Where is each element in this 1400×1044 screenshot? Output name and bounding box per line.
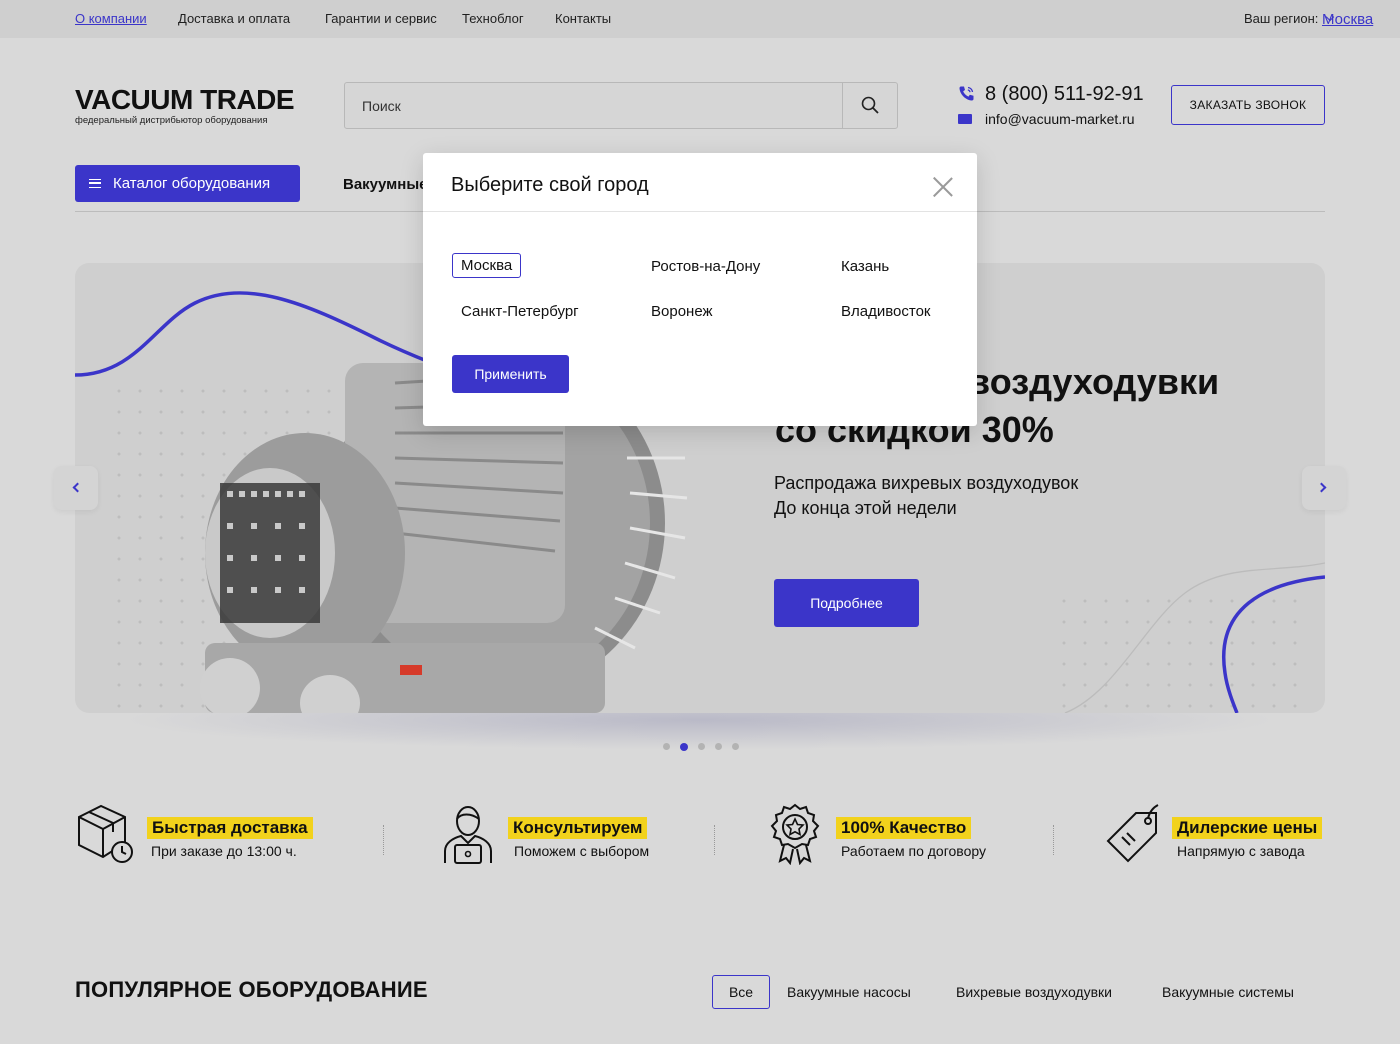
mail-icon bbox=[958, 114, 972, 124]
search-button[interactable] bbox=[842, 83, 897, 128]
search-input[interactable]: Поиск bbox=[362, 98, 401, 114]
feature-subtitle: Работаем по договору bbox=[841, 843, 986, 859]
slider-prev-button[interactable] bbox=[54, 466, 98, 510]
tab-vacuum-pumps[interactable]: Вакуумные насосы bbox=[787, 984, 911, 1000]
nav-link-contacts[interactable]: Контакты bbox=[555, 11, 611, 26]
hero-subtitle: Распродажа вихревых воздуходувок До конц… bbox=[774, 471, 1078, 521]
hero-subtitle-line2: До конца этой недели bbox=[774, 498, 957, 518]
city-option-kazan[interactable]: Казань bbox=[841, 258, 889, 275]
logo-name: VACUUM TRADE bbox=[75, 84, 295, 115]
phone-number: 8 (800) 511-92-91 bbox=[985, 83, 1144, 105]
search-box[interactable]: Поиск bbox=[344, 82, 898, 129]
tab-vortex-blowers[interactable]: Вихревые воздуходувки bbox=[956, 984, 1112, 1000]
feature-title: Быстрая доставка bbox=[147, 817, 313, 839]
slider-next-button[interactable] bbox=[1302, 466, 1346, 510]
city-option-voronezh[interactable]: Воронеж bbox=[651, 303, 713, 320]
feature-title: Дилерские цены bbox=[1172, 817, 1323, 839]
logo-tagline: федеральный дистрибьютор оборудования bbox=[75, 115, 268, 126]
feature-divider bbox=[1053, 825, 1054, 855]
nav-link-delivery[interactable]: Доставка и оплата bbox=[178, 11, 290, 26]
nav-item-vacuum[interactable]: Вакуумные bbox=[343, 176, 427, 193]
quality-badge-icon bbox=[770, 803, 820, 865]
city-option-rostov[interactable]: Ростов-на-Дону bbox=[651, 258, 760, 275]
feature-divider bbox=[714, 825, 715, 855]
city-option-moscow[interactable]: Москва bbox=[452, 253, 522, 278]
slider-dot-active[interactable] bbox=[680, 742, 688, 751]
phone-icon bbox=[959, 86, 974, 101]
chevron-left-icon bbox=[72, 482, 83, 493]
hero-more-button[interactable]: Подробнее bbox=[774, 579, 919, 627]
consultant-icon bbox=[444, 806, 492, 864]
tab-vacuum-systems[interactable]: Вакуумные системы bbox=[1162, 984, 1294, 1000]
catalog-button[interactable]: Каталог оборудования bbox=[75, 165, 300, 202]
tab-all[interactable]: Все bbox=[712, 975, 770, 1009]
catalog-label: Каталог оборудования bbox=[113, 175, 271, 192]
feature-subtitle: Напрямую с завода bbox=[1177, 843, 1305, 859]
region-selector[interactable]: Ваш регион: Москва bbox=[1243, 11, 1373, 28]
hero-subtitle-line1: Распродажа вихревых воздуходувок bbox=[774, 473, 1079, 493]
phone-link[interactable]: 8 (800) 511-92-91 bbox=[958, 83, 1144, 106]
slider-dot[interactable] bbox=[698, 743, 705, 750]
modal-divider bbox=[423, 211, 977, 212]
slider-dot[interactable] bbox=[715, 743, 722, 750]
box-clock-icon bbox=[78, 804, 133, 863]
city-option-vladivostok[interactable]: Владивосток bbox=[841, 303, 930, 320]
nav-link-warranty[interactable]: Гарантии и сервис bbox=[325, 11, 437, 26]
apply-button[interactable]: Применить bbox=[452, 355, 569, 393]
close-icon[interactable] bbox=[932, 176, 954, 198]
popular-title: ПОПУЛЯРНОЕ ОБОРУДОВАНИЕ bbox=[75, 977, 428, 1002]
region-label: Ваш регион: bbox=[1243, 11, 1319, 26]
city-select-modal: Выберите свой город Москва Ростов-на-Дон… bbox=[423, 153, 977, 426]
email-address: info@vacuum-market.ru bbox=[985, 111, 1135, 127]
nav-link-about[interactable]: О компании bbox=[75, 11, 147, 26]
feature-title: Консультируем bbox=[508, 817, 648, 839]
chevron-right-icon bbox=[1316, 482, 1327, 493]
nav-link-techblog[interactable]: Техноблог bbox=[462, 11, 524, 26]
search-icon bbox=[861, 96, 879, 114]
slider-dot[interactable] bbox=[732, 743, 739, 750]
city-option-spb[interactable]: Санкт-Петербург bbox=[461, 303, 579, 320]
top-bar: О компании Доставка и оплата Гарантии и … bbox=[0, 0, 1400, 38]
feature-subtitle: При заказе до 13:00 ч. bbox=[151, 843, 297, 859]
slider-pagination bbox=[663, 742, 739, 751]
feature-title: 100% Качество bbox=[836, 817, 972, 839]
modal-title: Выберите свой город bbox=[451, 174, 649, 196]
email-link[interactable]: info@vacuum-market.ru bbox=[958, 111, 1135, 127]
feature-subtitle: Поможем с выбором bbox=[514, 843, 650, 859]
callback-button[interactable]: ЗАКАЗАТЬ ЗВОНОК bbox=[1171, 85, 1325, 125]
price-tag-icon bbox=[1106, 804, 1159, 863]
logo[interactable]: VACUUM TRADE федеральный дистрибьютор об… bbox=[75, 84, 295, 126]
menu-icon bbox=[89, 179, 101, 188]
slider-dot[interactable] bbox=[663, 743, 670, 750]
feature-divider bbox=[383, 825, 384, 855]
